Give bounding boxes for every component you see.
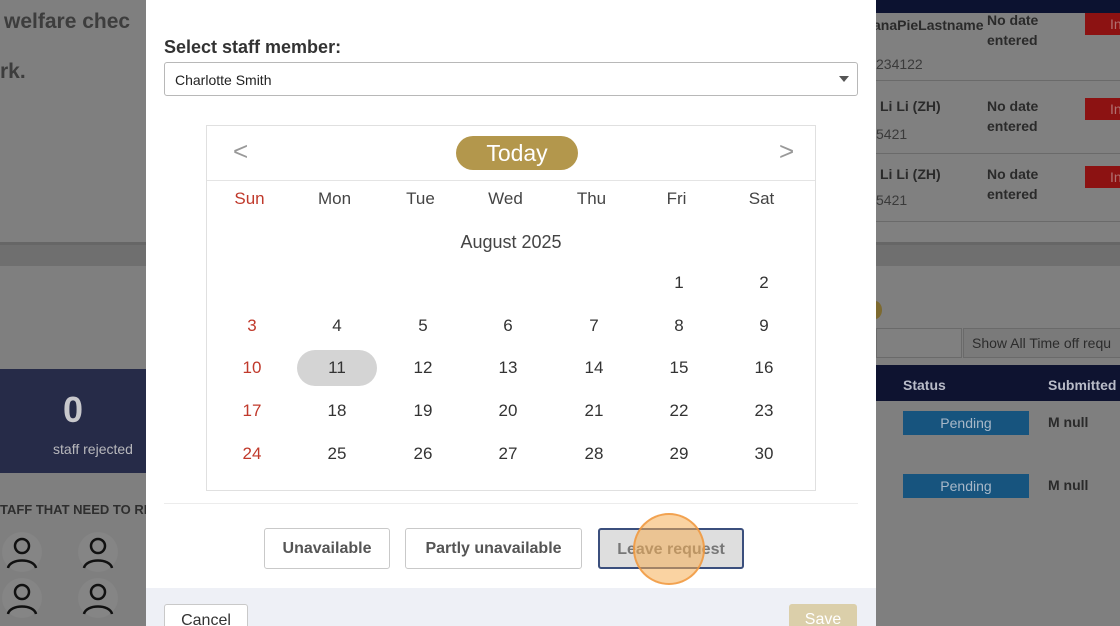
calendar-day-7[interactable]: 7 — [554, 308, 634, 344]
calendar-day-13[interactable]: 13 — [468, 350, 548, 386]
column-status: Status — [903, 377, 946, 393]
bg-divider — [876, 242, 1120, 266]
partly-unavailable-button[interactable]: Partly unavailable — [405, 528, 582, 569]
avatar-icon[interactable] — [2, 532, 42, 572]
calendar-day-16[interactable]: 16 — [724, 350, 804, 386]
unavailable-button[interactable]: Unavailable — [264, 528, 390, 569]
bg-title-work: rk. — [0, 60, 26, 83]
calendar-day-14[interactable]: 14 — [554, 350, 634, 386]
staff-member-select[interactable]: Charlotte Smith — [164, 62, 858, 96]
calendar-day-8[interactable]: 8 — [639, 308, 719, 344]
calendar-day-29[interactable]: 29 — [639, 436, 719, 472]
staff-id: 5421 — [876, 192, 908, 208]
staff-list-row: anaPieLastname 234122 No date entered In — [873, 12, 1120, 81]
weekday-fri: Fri — [666, 189, 687, 208]
calendar-day-26[interactable]: 26 — [383, 436, 463, 472]
next-month-button[interactable]: > — [779, 136, 794, 167]
select-staff-label: Select staff member: — [164, 37, 342, 57]
column-submitted: Submitted — [1048, 377, 1117, 393]
staff-need-label: TAFF THAT NEED TO RE — [0, 502, 153, 517]
requests-table-header: Status Submitted — [876, 365, 1120, 401]
status-badge: In — [1085, 166, 1120, 188]
staff-rejected-card: 0 staff rejected — [0, 369, 146, 473]
leave-request-button[interactable]: Leave request — [598, 528, 744, 569]
submitted-by: M null — [1048, 477, 1089, 493]
status-badge: In — [1085, 98, 1120, 120]
weekday-tue: Tue — [406, 189, 435, 208]
bg-lower-right — [876, 266, 1120, 626]
calendar-day-1[interactable]: 1 — [639, 265, 719, 301]
calendar-day-4[interactable]: 4 — [297, 308, 377, 344]
calendar-day-18[interactable]: 18 — [297, 393, 377, 429]
left-panel — [0, 0, 146, 242]
avatar-icon[interactable] — [78, 578, 118, 618]
calendar-day-24[interactable]: 24 — [212, 436, 292, 472]
staff-name: Li Li (ZH) — [880, 166, 941, 182]
pending-badge: Pending — [903, 411, 1029, 435]
calendar-day-21[interactable]: 21 — [554, 393, 634, 429]
submitted-by: M null — [1048, 414, 1089, 430]
pending-badge: Pending — [903, 474, 1029, 498]
avatar-icon[interactable] — [78, 532, 118, 572]
calendar-day-27[interactable]: 27 — [468, 436, 548, 472]
staff-date: No date entered — [987, 166, 1039, 202]
calendar-day-9[interactable]: 9 — [724, 308, 804, 344]
bg-divider — [0, 242, 146, 266]
weekday-wed: Wed — [488, 189, 523, 208]
staff-date: No date entered — [987, 98, 1039, 134]
calendar-day-2[interactable]: 2 — [724, 265, 804, 301]
staff-date: No date entered — [987, 12, 1039, 48]
calendar-day-12[interactable]: 12 — [383, 350, 463, 386]
month-title: August 2025 — [460, 232, 562, 252]
staff-id: 234122 — [876, 56, 923, 72]
staff-name: anaPieLastname — [873, 17, 984, 33]
search-input[interactable] — [876, 328, 962, 358]
weekday-sun: Sun — [234, 189, 265, 208]
prev-month-button[interactable]: < — [233, 136, 248, 167]
avatar-icon[interactable] — [2, 578, 42, 618]
divider — [164, 503, 858, 504]
calendar-day-3[interactable]: 3 — [212, 308, 292, 344]
calendar-day-19[interactable]: 19 — [383, 393, 463, 429]
calendar-day-11[interactable]: 11 — [297, 350, 377, 386]
weekday-mon: Mon — [317, 189, 352, 208]
calendar: < Today > Sun Mon Tue Wed Thu Fri Sat Au… — [206, 125, 816, 491]
rejected-count: 0 — [62, 389, 84, 430]
calendar-day-28[interactable]: 28 — [554, 436, 634, 472]
calendar-day-17[interactable]: 17 — [212, 393, 292, 429]
calendar-day-25[interactable]: 25 — [297, 436, 377, 472]
calendar-day-30[interactable]: 30 — [724, 436, 804, 472]
save-button[interactable]: Save — [789, 604, 857, 626]
selected-staff-value: Charlotte Smith — [175, 72, 272, 88]
calendar-day-23[interactable]: 23 — [724, 393, 804, 429]
time-off-filter-select[interactable]: Show All Time off requ — [963, 328, 1120, 358]
calendar-day-5[interactable]: 5 — [383, 308, 463, 344]
staff-name: Li Li (ZH) — [880, 98, 941, 114]
staff-list-row: Li Li (ZH) 5421 No date entered In — [876, 154, 1120, 222]
bg-title-welfare: welfare chec — [4, 10, 131, 33]
calendar-day-15[interactable]: 15 — [639, 350, 719, 386]
staff-id: 5421 — [876, 126, 908, 142]
modal-footer: Cancel Save — [146, 588, 876, 626]
calendar-header: < Today > — [207, 126, 815, 181]
today-button[interactable]: Today — [456, 136, 578, 170]
weekday-sat: Sat — [748, 189, 775, 208]
calendar-day-10[interactable]: 10 — [212, 350, 292, 386]
cancel-button[interactable]: Cancel — [164, 604, 248, 626]
weekday-thu: Thu — [576, 189, 607, 208]
status-badge: In — [1085, 13, 1120, 35]
staff-list-row: Li Li (ZH) 5421 No date entered In — [876, 86, 1120, 154]
unavailability-modal: Select staff member: Charlotte Smith < T… — [146, 0, 876, 626]
calendar-day-6[interactable]: 6 — [468, 308, 548, 344]
chevron-down-icon — [839, 76, 849, 82]
calendar-day-22[interactable]: 22 — [639, 393, 719, 429]
calendar-day-20[interactable]: 20 — [468, 393, 548, 429]
